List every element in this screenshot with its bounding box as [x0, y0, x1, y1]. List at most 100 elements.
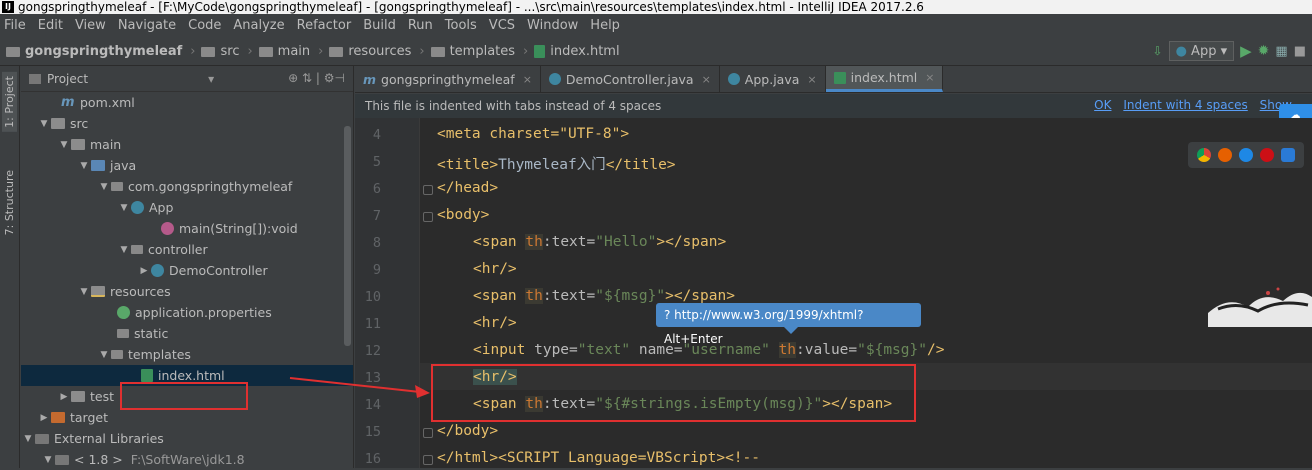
tree-item-jdk[interactable]: ▼ < 1.8 > F:\SoftWare\jdk1.8	[21, 449, 353, 470]
fold-marker-icon[interactable]	[423, 428, 433, 438]
dropdown-icon[interactable]: ▾	[208, 72, 214, 86]
code-line-10: <span th:text="${msg}"></span>	[473, 288, 735, 304]
tree-item-java[interactable]: ▼ java	[21, 155, 353, 176]
menu-run[interactable]: Run	[408, 18, 433, 33]
separator-icon: ›	[190, 44, 196, 59]
hide-icon[interactable]: ⊣	[335, 71, 345, 85]
breadcrumb-project[interactable]: gongspringthymeleaf	[6, 44, 182, 59]
fold-marker-icon[interactable]	[423, 185, 433, 195]
separator-icon: ›	[318, 44, 324, 59]
project-tree: m pom.xml ▼ src ▼ main ▼ java ▼ com.gongsprin…	[21, 92, 353, 470]
breadcrumb-main[interactable]: main	[258, 44, 310, 59]
tree-item-controller[interactable]: ▼ controller	[21, 239, 353, 260]
menu-code[interactable]: Code	[188, 18, 221, 33]
bug-icon[interactable]: ✹	[1258, 43, 1270, 59]
scrollbar[interactable]	[344, 126, 351, 346]
fold-marker-icon[interactable]	[423, 212, 433, 222]
folder-icon	[71, 391, 85, 402]
tab-index-html[interactable]: index.html ×	[825, 66, 944, 92]
folder-icon	[201, 46, 216, 57]
tree-item-external-libraries[interactable]: ▼ External Libraries	[21, 428, 353, 449]
stop-icon[interactable]: ■	[1294, 44, 1306, 59]
tree-item-resources[interactable]: ▼ resources	[21, 281, 353, 302]
close-icon[interactable]: ×	[807, 73, 816, 86]
menu-tools[interactable]: Tools	[445, 18, 477, 33]
class-icon	[151, 264, 164, 277]
collapse-icon[interactable]: ⇅	[302, 71, 312, 85]
folder-icon	[51, 412, 65, 423]
breadcrumb-src[interactable]: src	[201, 44, 239, 59]
menu-vcs[interactable]: VCS	[489, 18, 515, 33]
chrome-icon[interactable]	[1197, 148, 1212, 162]
tree-item-main-method[interactable]: main(String[]):void	[21, 218, 353, 239]
close-icon[interactable]: ×	[925, 71, 934, 84]
expanded-arrow-icon[interactable]: ▼	[97, 350, 111, 360]
tree-item-templates[interactable]: ▼ templates	[21, 344, 353, 365]
expanded-arrow-icon[interactable]: ▼	[77, 161, 91, 171]
package-icon	[111, 182, 123, 191]
menu-window[interactable]: Window	[527, 18, 578, 33]
menu-edit[interactable]: Edit	[38, 18, 63, 33]
collapsed-arrow-icon[interactable]: ▶	[37, 413, 51, 423]
breadcrumb-index-html[interactable]: index.html	[534, 44, 620, 59]
play-icon[interactable]: ▶	[1240, 42, 1252, 60]
line-number: 5	[372, 154, 381, 170]
menu-help[interactable]: Help	[590, 18, 620, 33]
tree-item-app[interactable]: ▼ App	[21, 197, 353, 218]
menu-view[interactable]: View	[75, 18, 106, 33]
menu-navigate[interactable]: Navigate	[118, 18, 176, 33]
tree-item-main[interactable]: ▼ main	[21, 134, 353, 155]
tree-item-src[interactable]: ▼ src	[21, 113, 353, 134]
breadcrumb-templates[interactable]: templates	[430, 44, 515, 59]
tree-item-pom[interactable]: m pom.xml	[21, 92, 353, 113]
target-icon[interactable]: ⊕	[288, 71, 298, 85]
tree-item-application-properties[interactable]: application.properties	[21, 302, 353, 323]
expanded-arrow-icon[interactable]: ▼	[57, 140, 71, 150]
ie-icon[interactable]	[1280, 148, 1295, 162]
tree-item-target[interactable]: ▶ target	[21, 407, 353, 428]
indent-link[interactable]: Indent with 4 spaces	[1123, 98, 1247, 112]
firefox-icon[interactable]	[1218, 148, 1233, 162]
close-icon[interactable]: ×	[702, 73, 711, 86]
html-icon	[833, 71, 846, 84]
tab-project[interactable]: 1: Project	[2, 72, 17, 132]
expanded-arrow-icon[interactable]: ▼	[117, 203, 131, 213]
ok-link[interactable]: OK	[1094, 98, 1111, 112]
expanded-arrow-icon[interactable]: ▼	[41, 455, 55, 465]
folder-icon	[258, 46, 273, 57]
menu-build[interactable]: Build	[363, 18, 396, 33]
code-line-15: </body>	[437, 423, 499, 439]
breadcrumb-resources[interactable]: resources	[329, 44, 411, 59]
tree-item-democontroller[interactable]: ▶ DemoController	[21, 260, 353, 281]
build-icon[interactable]: ⇩	[1153, 44, 1163, 58]
run-config-select[interactable]: ● App ▾	[1168, 41, 1235, 61]
menu-file[interactable]: File	[4, 18, 26, 33]
expanded-arrow-icon[interactable]: ▼	[117, 245, 131, 255]
close-icon[interactable]: ×	[523, 73, 532, 86]
collapsed-arrow-icon[interactable]: ▶	[57, 392, 71, 402]
menu-refactor[interactable]: Refactor	[297, 18, 352, 33]
tab-pom[interactable]: m gongspringthymeleaf ×	[355, 66, 541, 92]
safari-icon[interactable]	[1238, 148, 1253, 162]
project-icon	[29, 73, 41, 84]
library-icon	[35, 433, 49, 444]
opera-icon[interactable]	[1259, 148, 1274, 162]
gear-icon[interactable]: ⚙	[324, 71, 335, 85]
code-line-8: <span th:text="Hello"></span>	[473, 234, 727, 250]
expanded-arrow-icon[interactable]: ▼	[37, 119, 51, 129]
coverage-icon[interactable]: ▦	[1275, 44, 1287, 59]
maven-icon: m	[363, 71, 377, 87]
tab-structure[interactable]: 7: Structure	[2, 166, 17, 239]
expanded-arrow-icon[interactable]: ▼	[97, 182, 111, 192]
menu-analyze[interactable]: Analyze	[233, 18, 284, 33]
tree-item-static[interactable]: static	[21, 323, 353, 344]
expanded-arrow-icon[interactable]: ▼	[77, 287, 91, 297]
code-line-16: </html><SCRIPT Language=VBScript><!--	[437, 450, 761, 466]
fold-marker-icon[interactable]	[423, 455, 433, 465]
expanded-arrow-icon[interactable]: ▼	[21, 434, 35, 444]
tab-democontroller[interactable]: DemoController.java ×	[541, 66, 720, 92]
tab-app[interactable]: App.java ×	[720, 66, 826, 92]
namespace-tooltip[interactable]: ? http://www.w3.org/1999/xhtml? Alt+Ente…	[656, 303, 921, 346]
collapsed-arrow-icon[interactable]: ▶	[137, 266, 151, 276]
tree-item-package[interactable]: ▼ com.gongspringthymeleaf	[21, 176, 353, 197]
